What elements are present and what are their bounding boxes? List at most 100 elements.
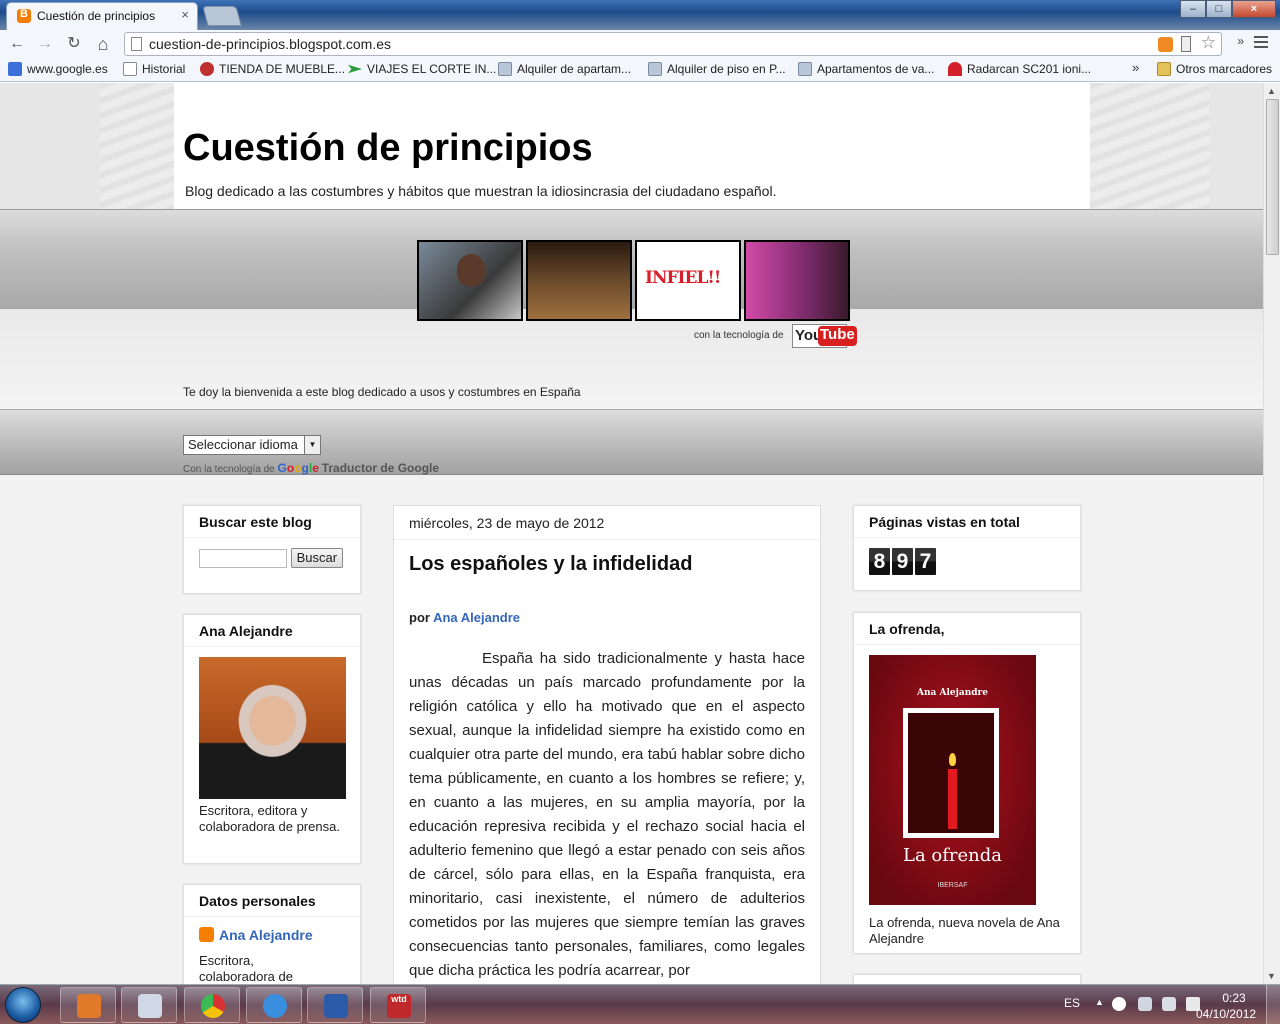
video-thumbnail[interactable] (417, 240, 523, 321)
video-thumbnail[interactable]: INFIEL!! (635, 240, 741, 321)
window-controls: – □ × (1180, 0, 1276, 18)
tab-title: Cuestión de principios (37, 9, 156, 23)
system-tray: ES ▲ 0:23 04/10/2012 (1060, 985, 1280, 1024)
bookmark-historial[interactable]: Historial (123, 62, 185, 76)
page-icon (131, 37, 142, 51)
url-text: cuestion-de-principios.blogspot.com.es (149, 36, 392, 52)
ie-icon (263, 994, 287, 1018)
taskbar-internet-explorer[interactable] (246, 987, 302, 1023)
bookmark-tienda[interactable]: TIENDA DE MUEBLE... (200, 62, 345, 76)
bookmark-alquiler-piso[interactable]: Alquiler de piso en P... (648, 62, 786, 76)
taskbar-calculator[interactable] (121, 987, 177, 1023)
pageviews-widget: Páginas vistas en total 8 9 7 (853, 505, 1081, 591)
bookmark-apartamentos[interactable]: Apartamentos de va... (798, 62, 934, 76)
bookmark-google[interactable]: www.google.es (8, 62, 108, 76)
taskbar-chrome[interactable] (184, 987, 240, 1023)
bookmark-star-icon[interactable]: ☆ (1201, 33, 1216, 53)
search-input[interactable] (199, 548, 287, 568)
google-icon (8, 62, 22, 76)
window-close-button[interactable]: × (1232, 0, 1276, 18)
video-thumbnail[interactable] (744, 240, 850, 321)
search-widget: Buscar este blog Buscar (183, 505, 361, 594)
author-bio: Escritora, editora y colaboradora de pre… (199, 803, 340, 834)
youtube-video-bar: INFIEL!! (417, 240, 850, 321)
counter-digit: 7 (915, 548, 936, 575)
book-caption: La ofrenda, nueva novela de Ana Alejandr… (869, 915, 1060, 946)
page-scrollbar[interactable]: ▲ ▼ (1263, 83, 1280, 984)
author-widget-title: Ana Alejandre (184, 615, 360, 647)
blog-description: Blog dedicado a las costumbres y hábitos… (185, 183, 777, 199)
tab-active[interactable]: Cuestión de principios × (6, 2, 198, 30)
wrench-menu-icon[interactable] (1252, 33, 1270, 51)
pageview-counter: 8 9 7 (869, 548, 1065, 575)
post-title[interactable]: Los españoles y la infidelidad (394, 540, 820, 576)
scrollbar-thumb[interactable] (1266, 99, 1279, 255)
action-center-icon[interactable] (1138, 997, 1152, 1011)
home-icon[interactable]: ⌂ (92, 33, 114, 55)
clock-date[interactable]: 04/10/2012 (1196, 1007, 1256, 1021)
scroll-down-icon[interactable]: ▼ (1267, 971, 1276, 981)
bookmarks-overflow-icon[interactable]: » (1132, 60, 1139, 75)
taskbar-word[interactable] (307, 987, 363, 1023)
bookmark-viajes[interactable]: VIAJES EL CORTE IN... (348, 62, 496, 76)
plane-icon (348, 64, 362, 74)
language-indicator[interactable]: ES (1064, 996, 1080, 1010)
knot-icon (200, 62, 214, 76)
forward-icon[interactable]: → (34, 33, 56, 55)
profile-author-link[interactable]: Ana Alejandre (219, 927, 313, 943)
language-select[interactable]: Seleccionar idioma ▼ (183, 435, 321, 455)
dropdown-arrow-icon[interactable]: ▼ (304, 436, 320, 454)
back-icon[interactable]: ← (6, 33, 28, 55)
bookmark-other-folder[interactable]: Otros marcadores (1157, 62, 1272, 76)
tray-expand-icon[interactable]: ▲ (1095, 997, 1104, 1007)
minimize-button[interactable]: – (1180, 0, 1206, 18)
address-bar[interactable]: cuestion-de-principios.blogspot.com.es ☆ (124, 32, 1222, 56)
post-author-link[interactable]: Ana Alejandre (433, 610, 520, 625)
book-cover[interactable]: Ana Alejandre La ofrenda IBERSAF (869, 655, 1036, 905)
taskbar: wtd ES ▲ 0:23 04/10/2012 (0, 984, 1280, 1024)
bookmark-alquiler-apartam[interactable]: Alquiler de apartam... (498, 62, 631, 76)
new-tab-button[interactable] (202, 6, 242, 26)
tab-close-icon[interactable]: × (181, 7, 189, 22)
scroll-up-icon[interactable]: ▲ (1267, 86, 1276, 96)
toolbar-overflow-icon[interactable]: » (1237, 34, 1244, 48)
browser-toolbar: ← → ↻ ⌂ cuestion-de-principios.blogspot.… (0, 30, 1280, 58)
maximize-button[interactable]: □ (1206, 0, 1232, 18)
start-button[interactable] (5, 987, 41, 1023)
youtube-logo-tube: Tube (818, 326, 857, 346)
candle-flame-icon (949, 753, 956, 766)
youtube-credit: con la tecnología de (694, 330, 784, 341)
profile-widget: Datos personales Ana Alejandre Escritora… (183, 884, 361, 984)
profile-widget-title: Datos personales (184, 885, 360, 917)
search-widget-title: Buscar este blog (184, 506, 360, 538)
youtube-logo[interactable]: You Tube (792, 324, 857, 348)
bookmark-radarcan[interactable]: Radarcan SC201 ioni... (948, 62, 1091, 76)
radar-icon (948, 62, 962, 76)
post-date: miércoles, 23 de mayo de 2012 (394, 506, 820, 540)
taskbar-wtd[interactable]: wtd (370, 987, 426, 1023)
extension-icon[interactable] (1181, 36, 1191, 52)
network-icon[interactable] (1162, 997, 1176, 1011)
reload-icon[interactable]: ↻ (63, 33, 85, 55)
post-body: España ha sido tradicionalmente y hasta … (409, 650, 805, 979)
video-thumbnail[interactable] (526, 240, 632, 321)
blog-title[interactable]: Cuestión de principios (183, 127, 593, 170)
show-desktop-button[interactable] (1266, 985, 1280, 1024)
rss-icon[interactable] (1158, 37, 1173, 52)
google-translate-link[interactable]: Traductor de Google (322, 461, 439, 475)
house-icon (798, 62, 812, 76)
chrome-icon (201, 994, 225, 1018)
media-player-icon (77, 994, 101, 1018)
page-icon (123, 62, 137, 76)
browser-titlebar: Cuestión de principios × – □ × (0, 0, 1280, 30)
panda-icon[interactable] (1112, 997, 1126, 1011)
taskbar-media-player[interactable] (60, 987, 116, 1023)
book-widget-title: La ofrenda, (854, 613, 1080, 645)
clock-time[interactable]: 0:23 (1214, 991, 1254, 1005)
search-button[interactable]: Buscar (290, 548, 344, 568)
book-cover-title: La ofrenda (902, 845, 1002, 866)
welcome-text: Te doy la bienvenida a este blog dedicad… (183, 385, 581, 399)
author-widget: Ana Alejandre Escritora, editora y colab… (183, 614, 361, 864)
book-cover-frame (903, 708, 999, 838)
counter-digit: 9 (892, 548, 913, 575)
